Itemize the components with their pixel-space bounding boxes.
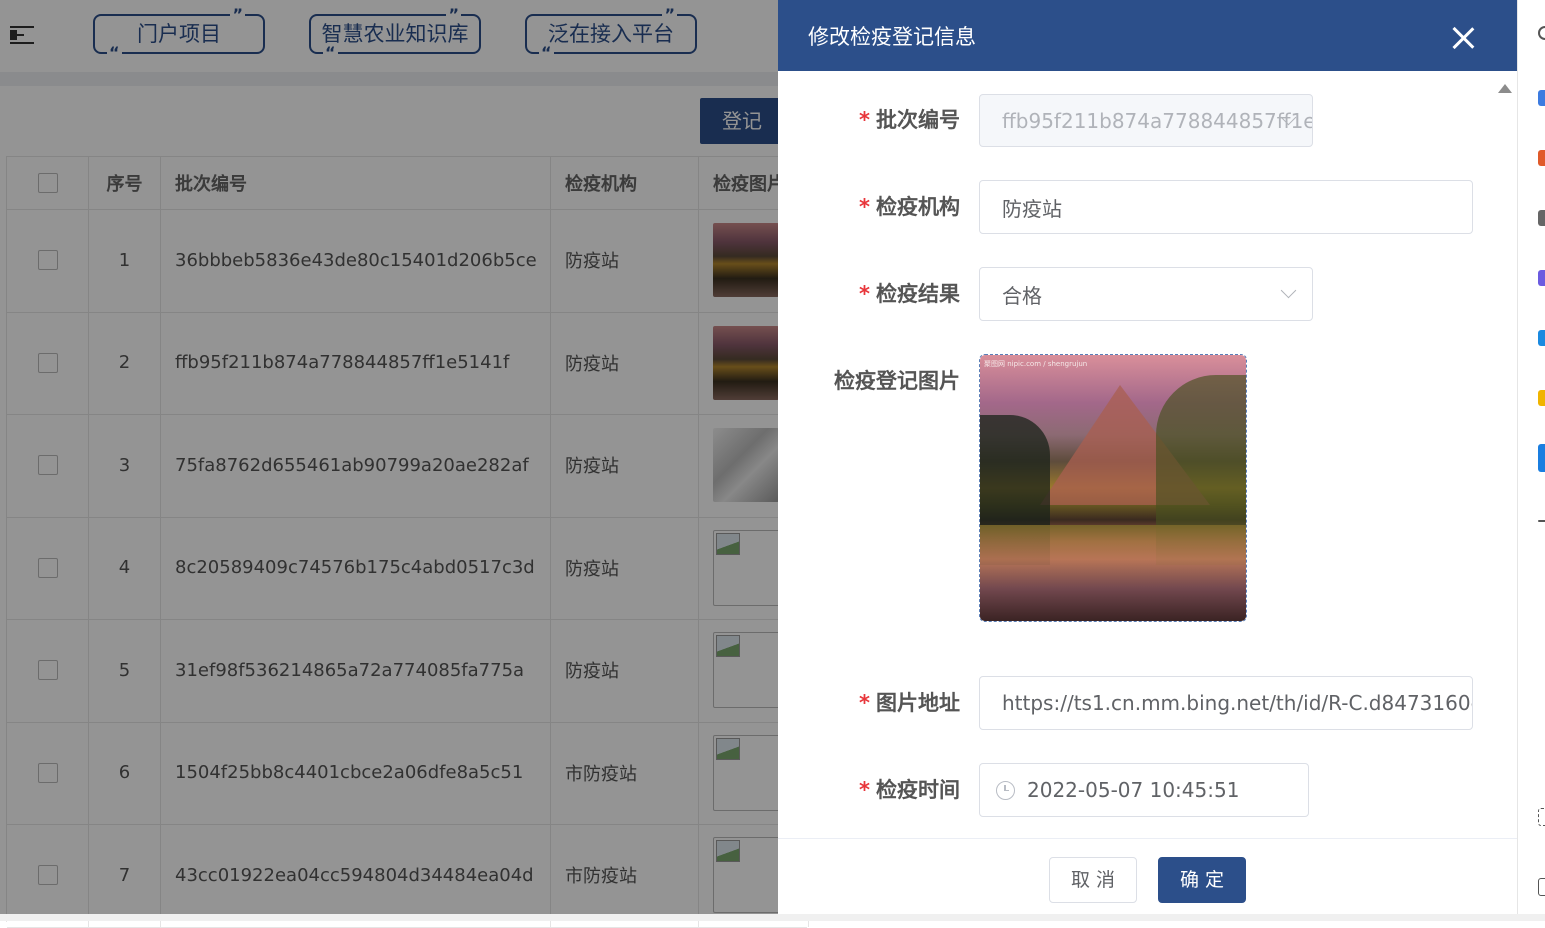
- org-value: 防疫站: [1002, 196, 1062, 221]
- batch-label-text: 批次编号: [876, 108, 960, 132]
- search-icon[interactable]: [1538, 26, 1545, 40]
- outlook-icon[interactable]: [1538, 330, 1545, 346]
- image-url-value: https://ts1.cn.mm.bing.net/th/id/R-C.d84…: [1002, 691, 1473, 715]
- chess-icon[interactable]: [1538, 210, 1545, 226]
- form-row-time: * 检疫时间 2022-05-07 10:45:51: [778, 763, 1517, 817]
- batch-value: ffb95f211b874a778844857ff1e5141f: [1002, 108, 1312, 133]
- cancel-button[interactable]: 取 消: [1049, 857, 1137, 903]
- org-label: * 检疫机构: [859, 180, 960, 234]
- quarantine-image-upload[interactable]: 聚图网 nipic.com / shengrujun: [979, 354, 1247, 622]
- required-mark: *: [859, 282, 870, 306]
- clock-icon: [996, 780, 1015, 800]
- form-row-batch: *批次编号 ffb95f211b874a778844857ff1e5141f: [778, 94, 1517, 147]
- result-select[interactable]: 合格: [979, 267, 1313, 321]
- required-mark: *: [859, 691, 870, 715]
- drawer-title: 修改检疫登记信息: [808, 25, 976, 49]
- photo-watermark: 聚图网 nipic.com / shengrujun: [984, 360, 1088, 368]
- time-picker[interactable]: 2022-05-07 10:45:51: [979, 763, 1309, 817]
- batch-select[interactable]: ffb95f211b874a778844857ff1e5141f: [979, 94, 1313, 147]
- result-value: 合格: [1002, 283, 1042, 308]
- toolbox-icon[interactable]: [1538, 150, 1545, 166]
- close-icon[interactable]: [1451, 26, 1475, 50]
- form-row-result: * 检疫结果 合格: [778, 267, 1517, 321]
- result-label: * 检疫结果: [859, 267, 960, 321]
- add-icon[interactable]: [1538, 520, 1545, 522]
- required-mark: *: [859, 108, 870, 132]
- required-mark: *: [859, 778, 870, 802]
- image-label: 检疫登记图片: [834, 369, 960, 393]
- diamond-icon[interactable]: [1538, 90, 1545, 106]
- linkedin-icon[interactable]: [1538, 444, 1545, 472]
- image-url-label-text: 图片地址: [876, 691, 960, 715]
- browser-side-strip: [1517, 0, 1545, 921]
- chevron-down-icon: [1280, 282, 1297, 299]
- star-icon[interactable]: [1538, 390, 1545, 406]
- image-url-input[interactable]: https://ts1.cn.mm.bing.net/th/id/R-C.d84…: [979, 676, 1473, 730]
- image-url-label: * 图片地址: [859, 676, 960, 730]
- required-mark: *: [859, 195, 870, 219]
- drawer-footer: 取 消 确 定: [778, 838, 1517, 915]
- result-label-text: 检疫结果: [876, 282, 960, 306]
- form-row-image-url: * 图片地址 https://ts1.cn.mm.bing.net/th/id/R…: [778, 676, 1517, 730]
- bottom-border: [0, 914, 1545, 921]
- modal-overlay[interactable]: [0, 0, 778, 921]
- batch-label: * 批次编号: [859, 94, 960, 147]
- confirm-button[interactable]: 确 定: [1158, 857, 1246, 903]
- form-row-org: * 检疫机构 防疫站: [778, 180, 1517, 234]
- drawer-header: 修改检疫登记信息: [778, 0, 1517, 71]
- photo-lake: [980, 525, 1246, 621]
- time-label: * 检疫时间: [859, 763, 960, 817]
- org-input[interactable]: 防疫站: [979, 180, 1473, 234]
- screenshot-icon[interactable]: [1538, 808, 1545, 826]
- shape-icon[interactable]: [1538, 270, 1545, 286]
- scroll-up-arrow-icon[interactable]: [1498, 84, 1512, 93]
- time-value: 2022-05-07 10:45:51: [1027, 778, 1240, 802]
- time-label-text: 检疫时间: [876, 778, 960, 802]
- edit-quarantine-drawer: 修改检疫登记信息 * 批次编号 ffb95f211b874a778844857ff…: [778, 0, 1517, 915]
- settings-icon[interactable]: [1538, 878, 1545, 896]
- org-label-text: 检疫机构: [876, 195, 960, 219]
